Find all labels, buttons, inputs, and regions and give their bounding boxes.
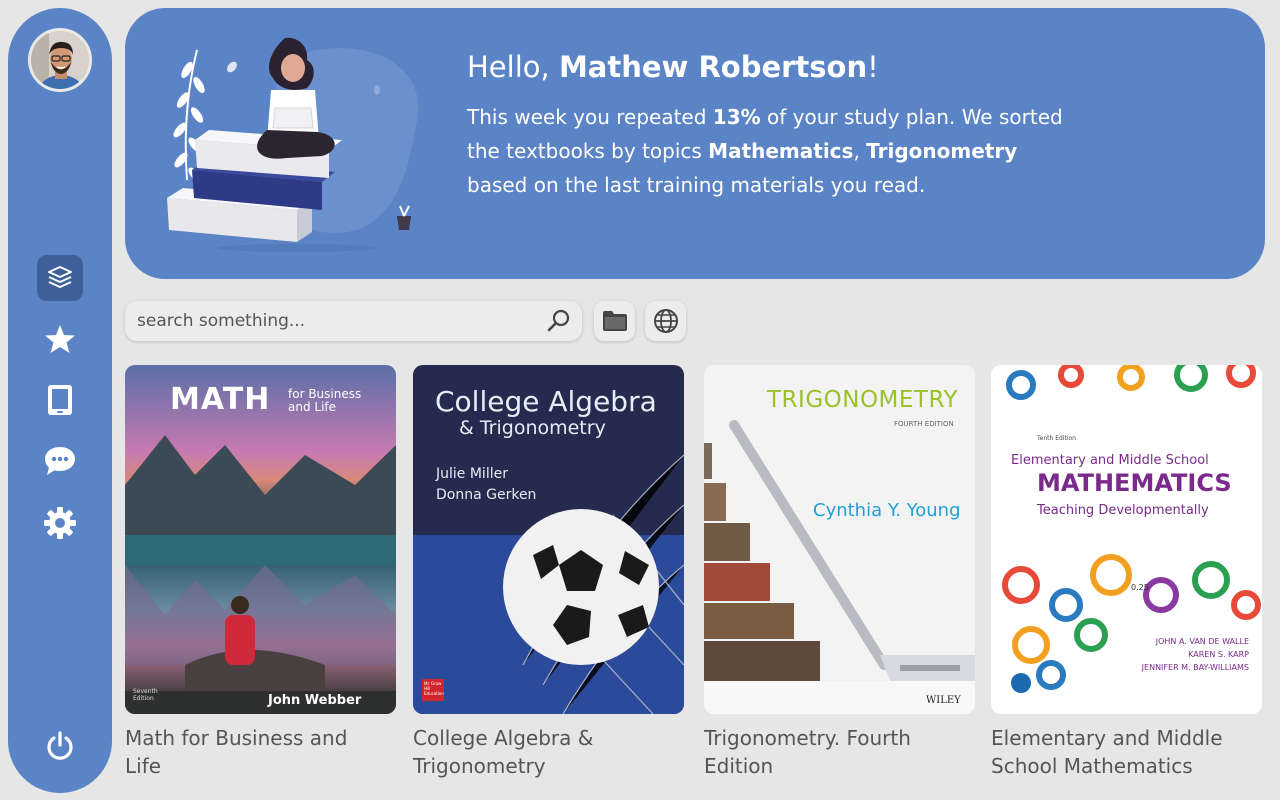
topic-trigonometry: Trigonometry bbox=[866, 139, 1018, 163]
settings-icon bbox=[44, 507, 76, 539]
topic-mathematics: Mathematics bbox=[708, 139, 854, 163]
cover-author-2: Donna Gerken bbox=[436, 487, 537, 503]
library-icon bbox=[48, 266, 72, 288]
star-icon bbox=[45, 325, 75, 353]
cover-line-2: MATHEMATICS bbox=[1037, 469, 1232, 497]
publisher-logo: WILEY bbox=[926, 695, 961, 706]
publisher-logo: Mc Graw Hill Education bbox=[422, 679, 444, 701]
search-bar bbox=[125, 301, 582, 341]
tablet-icon bbox=[48, 385, 72, 415]
book-card[interactable]: MATH for Business and Life Seventh Editi… bbox=[125, 365, 396, 780]
cover-author-1: JOHN A. VAN DE WALLE bbox=[1155, 637, 1249, 646]
greeting-heading: Hello, Mathew Robertson! bbox=[467, 50, 879, 84]
chat-icon bbox=[45, 447, 75, 475]
book-cover[interactable]: College Algebra & Trigonometry Julie Mil… bbox=[413, 365, 684, 714]
cover-subtitle: for Business and Life bbox=[288, 388, 361, 414]
sidebar-item-settings[interactable] bbox=[37, 500, 83, 546]
cover-author-2: KAREN S. KARP bbox=[1188, 650, 1249, 659]
cover-author-3: JENNIFER M. BAY-WILLIAMS bbox=[1141, 663, 1249, 672]
cover-number: 0.25 bbox=[1131, 583, 1149, 592]
folder-button[interactable] bbox=[594, 301, 635, 341]
book-title[interactable]: Math for Business and Life bbox=[125, 724, 375, 780]
summary-part1: This week you repeated bbox=[467, 105, 713, 129]
sidebar-item-chat[interactable] bbox=[37, 438, 83, 484]
welcome-banner: Hello, Mathew Robertson! This week you r… bbox=[125, 8, 1265, 279]
book-cover[interactable]: TRIGONOMETRY FOURTH EDITION Cynthia Y. Y… bbox=[704, 365, 975, 714]
study-summary: This week you repeated 13% of your study… bbox=[467, 100, 1067, 202]
cover-title: College Algebra bbox=[435, 385, 657, 418]
book-card[interactable]: TRIGONOMETRY FOURTH EDITION Cynthia Y. Y… bbox=[704, 365, 975, 780]
user-avatar[interactable] bbox=[28, 28, 92, 92]
book-card[interactable]: 0.25 Tenth Edition Elementary and Middle… bbox=[991, 365, 1262, 780]
cover-edition: Seventh Edition bbox=[133, 688, 158, 702]
book-title[interactable]: Trigonometry. Fourth Edition bbox=[704, 724, 954, 780]
globe-button[interactable] bbox=[645, 301, 686, 341]
cover-author-1: Julie Miller bbox=[436, 466, 508, 482]
summary-part4: based on the last training materials you… bbox=[467, 173, 926, 197]
avatar-image bbox=[31, 31, 89, 89]
cover-authors: JOHN A. VAN DE WALLE KAREN S. KARP JENNI… bbox=[1139, 635, 1249, 674]
cover-subtitle-line2: and Life bbox=[288, 400, 337, 414]
logout-button[interactable] bbox=[37, 723, 83, 769]
greeting-text: Hello, bbox=[467, 50, 559, 84]
book-title[interactable]: College Algebra & Trigonometry bbox=[413, 724, 663, 780]
sidebar bbox=[8, 8, 112, 793]
power-icon bbox=[47, 731, 73, 760]
cover-line-3: Teaching Developmentally bbox=[1037, 503, 1209, 518]
sidebar-item-library[interactable] bbox=[37, 255, 83, 301]
cover-author: Cynthia Y. Young bbox=[813, 500, 961, 521]
cover-line-1: Elementary and Middle School bbox=[1011, 453, 1209, 468]
book-card[interactable]: College Algebra & Trigonometry Julie Mil… bbox=[413, 365, 684, 780]
search-input[interactable] bbox=[137, 301, 537, 341]
reading-illustration bbox=[167, 37, 419, 252]
book-cover[interactable]: 0.25 Tenth Edition Elementary and Middle… bbox=[991, 365, 1262, 714]
cover-author: John Webber bbox=[268, 693, 362, 708]
study-percent: 13% bbox=[712, 105, 761, 129]
cover-edition: FOURTH EDITION bbox=[894, 420, 954, 428]
mountain-lake-artwork bbox=[125, 435, 396, 714]
cover-title: MATH bbox=[170, 382, 271, 417]
search-icon[interactable] bbox=[546, 308, 572, 334]
cover-subtitle: & Trigonometry bbox=[459, 417, 606, 439]
folder-icon bbox=[602, 311, 627, 331]
cover-edition: Tenth Edition bbox=[1037, 435, 1076, 442]
book-cover[interactable]: MATH for Business and Life Seventh Editi… bbox=[125, 365, 396, 714]
globe-icon bbox=[653, 309, 678, 333]
summary-part3: , bbox=[853, 139, 867, 163]
book-title[interactable]: Elementary and Middle School Mathematics bbox=[991, 724, 1241, 780]
user-name: Mathew Robertson bbox=[558, 50, 868, 84]
sidebar-item-reader[interactable] bbox=[37, 377, 83, 423]
greeting-exclaim: ! bbox=[867, 50, 879, 84]
books-laptop-artwork bbox=[704, 420, 975, 714]
sidebar-item-favorites[interactable] bbox=[37, 316, 83, 362]
cover-title: TRIGONOMETRY bbox=[767, 387, 959, 413]
